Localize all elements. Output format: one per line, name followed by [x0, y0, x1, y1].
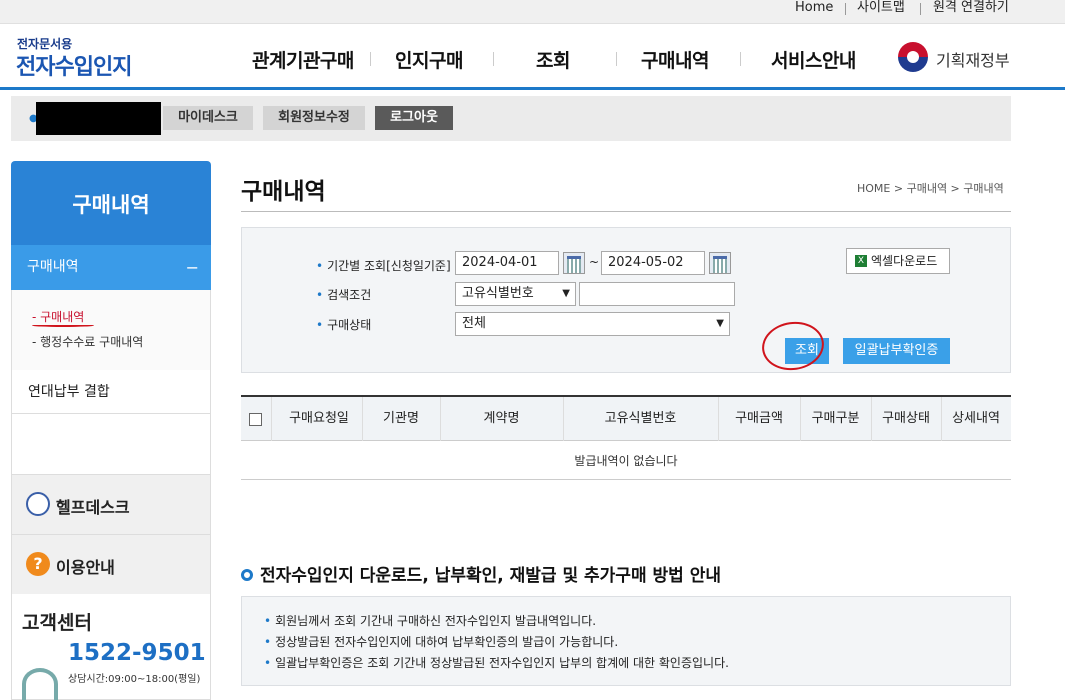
cs-hours: 상담시간:09:00~18:00(평일) — [68, 674, 201, 685]
sitemap-link[interactable]: 사이트맵 — [857, 0, 905, 20]
page-title: 구매내역 — [241, 179, 326, 205]
date-range-separator: ~ — [589, 255, 600, 269]
cs-title: 고객센터 — [22, 612, 92, 634]
col-agency: 기관명 — [383, 411, 419, 426]
ministry-logo[interactable]: 기획재정부 — [898, 42, 1048, 74]
usage-guide-label: 이용안내 — [56, 558, 115, 577]
divider — [493, 52, 494, 66]
phone-icon — [26, 492, 50, 516]
cs-phone: 1522-9501 — [68, 640, 206, 666]
edit-member-info-button[interactable]: 회원정보수정 — [263, 106, 365, 130]
guide-line: • 일괄납부확인증은 조회 기간내 정상발급된 전자수입인지 납부의 합계에 대한… — [264, 656, 729, 670]
bullet-ring-icon — [241, 569, 253, 581]
sidebar-blank-area — [11, 414, 211, 475]
col-unique-id: 고유식별번호 — [604, 411, 677, 426]
sidebar-item-joint-payment[interactable]: 연대납부 결합 — [11, 370, 211, 414]
date-to-input[interactable]: 2024-05-02 — [601, 251, 705, 275]
date-from-input[interactable]: 2024-04-01 — [455, 251, 559, 275]
redacted-username — [36, 102, 161, 135]
nav-stamp-purchase[interactable]: 인지구매 — [395, 46, 463, 73]
question-icon: ? — [26, 552, 50, 576]
chevron-down-icon: ▼ — [716, 318, 724, 329]
period-label: • 기간별 조회[신청일기준] — [316, 259, 451, 273]
home-link[interactable]: Home — [795, 0, 833, 20]
user-bar: ● 마이데스크 회원정보수정 로그아웃 — [11, 96, 1011, 141]
status-label: • 구매상태 — [316, 318, 372, 332]
col-amount: 구매금액 — [735, 411, 783, 426]
ministry-name: 기획재정부 — [936, 51, 1010, 70]
divider — [370, 52, 371, 66]
nav-inquiry[interactable]: 조회 — [536, 46, 570, 73]
submenu-admin-fee-history[interactable]: - 행정수수료 구매내역 — [32, 333, 143, 350]
red-underline-annotation — [32, 324, 94, 327]
excel-icon: X — [855, 255, 867, 267]
sidebar-title: 구매내역 — [72, 193, 150, 217]
chevron-down-icon: ▼ — [562, 288, 570, 299]
guide-title: 전자수입인지 다운로드, 납부확인, 재발급 및 추가구매 방법 안내 — [241, 561, 721, 586]
sidebar-item-purchase-history[interactable]: 구매내역 − — [11, 245, 211, 290]
mydisk-button[interactable]: 마이데스크 — [163, 106, 253, 130]
divider — [740, 52, 741, 66]
calendar-icon[interactable] — [709, 252, 731, 274]
excel-download-button[interactable]: X 엑셀다운로드 — [846, 248, 950, 274]
divider — [845, 3, 846, 15]
guide-box: • 회원님께서 조회 기간내 구매하신 전자수입인지 발급내역입니다. • 정상발급… — [241, 596, 1011, 686]
table-header: 구매요청일 기관명 계약명 고유식별번호 구매금액 구매구분 구매상태 상세내역 — [241, 397, 1011, 441]
logout-button[interactable]: 로그아웃 — [375, 106, 453, 130]
divider — [920, 3, 921, 15]
sidebar-usage-guide[interactable]: ? 이용안내 — [11, 535, 211, 595]
select-all-checkbox[interactable] — [249, 413, 262, 426]
col-request-date: 구매요청일 — [289, 411, 349, 426]
remote-connect-link[interactable]: 원격 연결하기 — [933, 0, 1009, 20]
taeguk-emblem-icon — [898, 42, 928, 72]
logo[interactable]: 전자수입인지 — [16, 49, 132, 81]
submenu-label: - 구매내역 — [32, 310, 85, 324]
condition-select-value: 고유식별번호 — [462, 286, 534, 301]
table-empty-row: 발급내역이 없습니다 — [241, 442, 1011, 480]
divider — [616, 52, 617, 66]
divider — [241, 211, 1011, 212]
condition-text-input[interactable] — [579, 282, 735, 306]
sidebar-header: 구매내역 — [11, 161, 211, 245]
sidebar-item-label: 구매내역 — [27, 259, 79, 275]
customer-center: 고객센터 1522-9501 상담시간:09:00~18:00(평일) — [11, 594, 211, 700]
header: 전자문서용 전자수입인지 관계기관구매 인지구매 조회 구매내역 서비스안내 기… — [0, 24, 1065, 90]
condition-select[interactable]: 고유식별번호 ▼ — [455, 282, 576, 306]
guide-line: • 회원님께서 조회 기간내 구매하신 전자수입인지 발급내역입니다. — [264, 614, 597, 628]
submenu-purchase-history[interactable]: - 구매내역 — [32, 308, 94, 327]
utility-bar: Home 사이트맵 원격 연결하기 — [0, 0, 1065, 24]
condition-label: • 검색조건 — [316, 288, 372, 302]
guide-line: • 정상발급된 전자수입인지에 대하여 납부확인증의 발급이 가능합니다. — [264, 635, 619, 649]
col-purchase-status: 구매상태 — [882, 411, 930, 426]
excel-download-label: 엑셀다운로드 — [871, 254, 938, 268]
nav-agency-purchase[interactable]: 관계기관구매 — [252, 46, 354, 73]
bulk-payment-certificate-button[interactable]: 일괄납부확인증 — [843, 338, 950, 364]
col-contract: 계약명 — [483, 411, 520, 426]
nav-purchase-history[interactable]: 구매내역 — [641, 46, 709, 73]
status-select[interactable]: 전체 ▼ — [455, 312, 730, 336]
col-details: 상세내역 — [952, 411, 1000, 426]
sidebar-helpdesk[interactable]: 헬프데스크 — [11, 475, 211, 535]
headset-icon — [22, 668, 58, 700]
status-select-value: 전체 — [462, 316, 486, 331]
nav-service-guide[interactable]: 서비스안내 — [771, 46, 856, 73]
collapse-icon[interactable]: − — [186, 245, 199, 290]
calendar-icon[interactable] — [563, 252, 585, 274]
breadcrumb: HOME > 구매내역 > 구매내역 — [857, 182, 1004, 195]
helpdesk-label: 헬프데스크 — [56, 498, 130, 517]
sidebar-submenu: - 구매내역 - 행정수수료 구매내역 — [11, 290, 211, 370]
col-purchase-type: 구매구분 — [811, 411, 860, 426]
